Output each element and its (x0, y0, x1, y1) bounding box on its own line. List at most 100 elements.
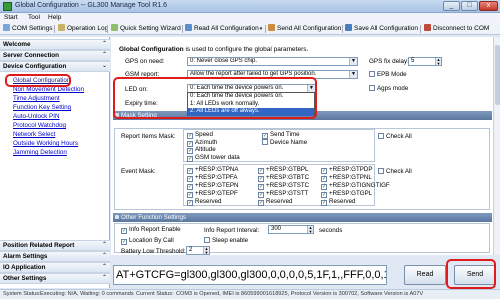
log-icon (58, 24, 65, 31)
chevron-down-icon: ⌄ (101, 63, 107, 69)
send-icon (268, 24, 275, 31)
other-function-settings-header[interactable]: Other Function Settings (113, 213, 492, 222)
event-item[interactable]: ✓ +RESP:GTBPL (258, 166, 308, 174)
operation-log-button[interactable]: Operation Log (58, 24, 108, 34)
sidebar-item-jamming-detection[interactable]: Jamming Detection (13, 149, 67, 156)
sidebar-section-io-application[interactable]: IO Application ⌃ (0, 262, 110, 273)
event-item[interactable]: ✓ +RESP:GTGPL (321, 190, 372, 198)
main-panel: Global Configuration is used to configur… (111, 37, 500, 255)
com-settings-icon (3, 24, 10, 31)
disconnect-button[interactable]: Disconnect to COM (424, 24, 489, 34)
chevron-up-icon: ⌃ (101, 264, 107, 270)
app-icon (3, 2, 12, 11)
event-item[interactable]: ✓ +RESP:GTPNL (321, 174, 372, 182)
sidebar-section-welcome[interactable]: Welcome ⌃ (0, 39, 110, 50)
report-item-gsm-tower-data[interactable]: ✓ GSM tower data (187, 154, 240, 162)
event-mask-check-all[interactable]: Check All (378, 168, 412, 175)
sidebar-section-device-configuration[interactable]: Device Configuration ⌄ (0, 61, 110, 72)
event-item[interactable]: ✓ Reserved (258, 198, 292, 206)
toolbar-separator (107, 25, 108, 33)
read-icon (185, 24, 192, 31)
wizard-icon (111, 24, 118, 31)
sidebar-item-network-select[interactable]: Network Select (13, 131, 55, 138)
seconds-label: seconds (319, 227, 343, 234)
scrollbar-thumb[interactable] (495, 45, 500, 105)
info-report-interval-input[interactable]: 300 ▲ ▼ (268, 225, 314, 234)
system-status-value: Executing: N/A, Waiting: 0 commands (40, 291, 134, 297)
highlight-ring-global-config (5, 74, 71, 87)
save-all-button[interactable]: Save All Configuration (345, 24, 418, 34)
sidebar-section-alarm-settings[interactable]: Alarm Settings ⌃ (0, 251, 110, 262)
sidebar-item-auto-unlock-pin[interactable]: Auto-Unlock PIN (13, 113, 60, 120)
system-status-label: System Status: (3, 291, 41, 297)
epb-mode-checkbox[interactable]: EPB Mode (369, 71, 407, 78)
current-status-label: Current Status: (136, 291, 174, 297)
menu-tool[interactable]: Tool (28, 14, 40, 21)
event-item[interactable]: ✓ +RESP:GTEPN (187, 182, 239, 190)
current-status-value: COM3 is Opened, IMEI is 860599001618925,… (176, 291, 424, 297)
sidebar-item-time-adjustment[interactable]: Time Adjustment (13, 95, 60, 102)
save-icon (345, 24, 352, 31)
spinner-icon[interactable]: ▲ ▼ (203, 247, 209, 254)
minimize-button[interactable]: _ (443, 1, 460, 11)
info-report-enable-checkbox[interactable]: ✓ Info Report Enable (121, 226, 181, 234)
spinner-icon[interactable]: ▲ ▼ (307, 226, 313, 233)
event-item[interactable]: ✓ +RESP:GTPFA (187, 174, 237, 182)
command-field[interactable]: AT+GTCFG=gl300,gl300,gl300,0,0,0,0,5,1F,… (113, 265, 387, 285)
agps-mode-checkbox[interactable]: Agps mode (369, 85, 408, 92)
sidebar-item-function-key-setting[interactable]: Function Key Setting (13, 104, 71, 111)
event-item[interactable]: ✓ +RESP:GTPNA (187, 166, 239, 174)
sidebar-section-position-related[interactable]: Position Related Report ⌃ (0, 240, 110, 251)
toolbar-separator (420, 25, 421, 33)
menu-help[interactable]: Help (48, 14, 61, 21)
gps-fix-delay-label: GPS fix delay: (369, 58, 409, 65)
status-bar: System Status: Executing: N/A, Waiting: … (0, 289, 500, 299)
menu-bar: Start Tool Help (0, 13, 500, 23)
battery-low-threshold-input[interactable]: 2 ▲ ▼ (186, 246, 210, 255)
sidebar-item-protocol-watchdog[interactable]: Protocol Watchdog (13, 122, 66, 129)
chevron-up-icon: ⌃ (101, 52, 107, 58)
event-item[interactable]: ✓ +RESP:GTSTC (258, 182, 309, 190)
sidebar-section-other-settings[interactable]: Other Settings ⌃ (0, 273, 110, 284)
toolbar-separator (182, 25, 183, 33)
read-all-button[interactable]: Read All Configuration▾ (185, 24, 262, 34)
event-item[interactable]: ✓ +RESP:GTIGNGTIGF (321, 182, 390, 190)
sidebar-item-non-movement-detection[interactable]: Non Movement Detection (13, 86, 84, 93)
quick-wizard-button[interactable]: Quick Setting Wizard (111, 24, 181, 34)
event-item[interactable]: ✓ +RESP:GTEPF (187, 190, 238, 198)
disconnect-icon (424, 24, 431, 31)
report-items-check-all[interactable]: Check All (378, 133, 412, 140)
event-item[interactable]: ✓ +RESP:GTBTC (258, 174, 309, 182)
command-bar: AT+GTCFG=gl300,gl300,gl300,0,0,0,0,5,1F,… (111, 262, 500, 288)
spinner-icon[interactable]: ▲ ▼ (435, 58, 441, 65)
report-items-mask-label: Report Items Mask: (121, 133, 176, 140)
gps-fix-delay-input[interactable]: 5 ▲ ▼ (408, 57, 442, 66)
event-item[interactable]: ✓ Reserved (321, 198, 355, 206)
send-all-button[interactable]: Send All Configuration (268, 24, 341, 34)
dropdown-arrow-icon: ▾ (259, 26, 263, 32)
chevron-down-icon: ▼ (349, 58, 357, 65)
read-button[interactable]: Read (404, 265, 446, 285)
sidebar-section-server-connection[interactable]: Server Connection ⌃ (0, 50, 110, 61)
location-by-call-checkbox[interactable]: ✓ Location By Call (121, 237, 174, 245)
highlight-ring-led-on (113, 77, 317, 119)
global-config-description: Global Configuration is used to configur… (119, 46, 309, 53)
event-mask-label: Event Mask: (121, 168, 156, 175)
gps-on-need-select[interactable]: 0: Never close GPS chip. ▼ (187, 57, 358, 66)
sidebar-item-outside-working-hours[interactable]: Outside Working Hours (13, 140, 78, 147)
com-settings-button[interactable]: COM Settings (3, 24, 52, 34)
title-bar: Global Configuration -- GL300 Manage Too… (0, 0, 500, 13)
toolbar-separator (265, 25, 266, 33)
sleep-enable-checkbox[interactable]: Sleep enable (204, 237, 248, 244)
report-item-device-name[interactable]: Device Name (262, 138, 307, 146)
gps-on-need-label: GPS on need: (125, 58, 165, 65)
window-title: Global Configuration -- GL300 Manage Too… (15, 2, 168, 9)
chevron-down-icon: ▼ (349, 71, 357, 78)
close-button[interactable]: x (479, 1, 498, 11)
maximize-button[interactable]: □ (461, 1, 478, 11)
event-item[interactable]: ✓ +RESP:GTSTT (258, 190, 308, 198)
main-scrollbar[interactable] (493, 37, 500, 255)
event-item[interactable]: ✓ Reserved (187, 198, 221, 206)
event-item[interactable]: ✓ +RESP:GTPDP (321, 166, 373, 174)
menu-start[interactable]: Start (4, 14, 18, 21)
